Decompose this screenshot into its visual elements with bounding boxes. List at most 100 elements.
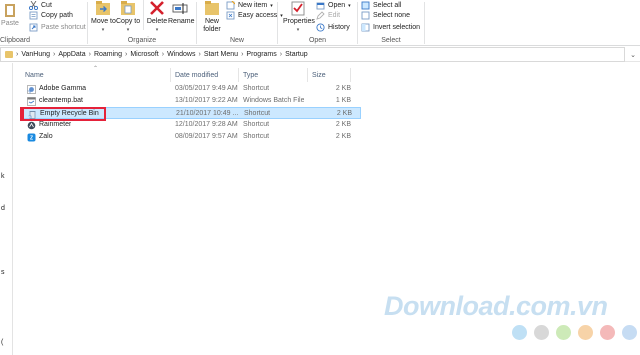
delete-label: Delete (146, 18, 168, 25)
breadcrumb-item[interactable]: Windows (167, 51, 195, 58)
breadcrumb-separator[interactable]: › (241, 51, 243, 58)
organize-group: Move to ▾ Copy to ▾ Delete ▾ Rename Orga… (89, 0, 195, 46)
file-type: Shortcut (243, 133, 270, 140)
properties-button[interactable]: Properties ▾ (283, 0, 315, 34)
history-clock-icon (316, 23, 325, 32)
file-name: cleantemp.bat (39, 97, 83, 104)
breadcrumb-item[interactable]: Microsoft (130, 51, 158, 58)
column-header-size[interactable]: Size (312, 68, 326, 82)
copy-to-chevron-icon: ▾ (126, 27, 130, 33)
address-history-chevron-icon[interactable]: ⌄ (626, 47, 640, 62)
select-group-label: Select (381, 37, 401, 44)
column-divider[interactable] (307, 68, 308, 82)
copy-to-label: Copy to (116, 18, 141, 25)
ribbon: Paste Cut Copy path Paste shortcut Clipb… (0, 0, 640, 46)
adobe-gamma-shortcut-icon (27, 85, 36, 94)
zalo-shortcut-icon: Z (27, 133, 36, 142)
breadcrumb-item[interactable]: Startup (285, 51, 308, 58)
rename-icon (172, 0, 188, 16)
breadcrumb-separator[interactable]: › (162, 51, 164, 58)
highlight-annotation-box (20, 107, 106, 121)
new-item-label: New item (238, 2, 268, 9)
new-folder-button[interactable]: New folder (200, 0, 224, 34)
history-label: History (328, 24, 350, 31)
select-none-button[interactable]: Select none (361, 10, 410, 21)
column-divider[interactable] (238, 68, 239, 82)
easy-access-button[interactable]: Easy access ▾ (226, 10, 283, 21)
breadcrumb-separator[interactable]: › (53, 51, 55, 58)
breadcrumb-separator[interactable]: › (198, 51, 200, 58)
nav-item-fragment[interactable]: d (1, 205, 5, 212)
scissors-icon (28, 0, 39, 11)
sort-ascending-icon: ⌃ (93, 66, 99, 72)
ribbon-separator (424, 2, 425, 44)
nav-item-fragment[interactable]: ( (1, 339, 3, 346)
column-divider[interactable] (350, 68, 351, 82)
nav-item-fragment[interactable]: s (1, 269, 5, 276)
ribbon-separator (277, 2, 278, 44)
paste-shortcut-label: Paste shortcut (41, 24, 86, 31)
file-size: 2 KB (335, 133, 351, 140)
folder-icon (5, 51, 13, 58)
cut-label: Cut (41, 2, 52, 9)
clipboard-icon (5, 2, 15, 18)
file-type: Shortcut (243, 121, 270, 128)
file-row[interactable]: cleantemp.bat 13/10/2017 9:22 AM Windows B… (20, 95, 361, 107)
edit-button[interactable]: Edit (316, 10, 340, 21)
copy-to-button[interactable]: Copy to ▾ (116, 0, 140, 34)
delete-button[interactable]: Delete ▾ (145, 0, 169, 34)
file-type: Shortcut (243, 85, 270, 92)
file-date-modified: 08/09/2017 9:57 AM (175, 133, 238, 140)
address-bar[interactable]: › VanHung › AppData › Roaming › Microsoft › Wind… (0, 47, 625, 62)
open-chevron-icon: ▾ (348, 2, 351, 9)
easy-access-label: Easy access (238, 12, 278, 19)
clipboard-group-label: Clipboard (0, 37, 30, 44)
breadcrumb-separator[interactable]: › (280, 51, 282, 58)
invert-selection-label: Invert selection (373, 24, 421, 31)
vertical-scrollbar[interactable] (628, 63, 640, 355)
column-header-type[interactable]: Type (243, 68, 258, 82)
watermark-dot (534, 325, 549, 340)
easy-access-icon (226, 11, 235, 20)
copy-path-button[interactable]: Copy path (29, 10, 73, 21)
breadcrumb-item[interactable]: VanHung (21, 51, 50, 58)
paste-button[interactable]: Paste (0, 2, 20, 28)
file-row[interactable]: Adobe Gamma 03/05/2017 9:49 AM Shortcut 2 K… (20, 83, 361, 95)
column-header-date-modified[interactable]: Date modified (175, 68, 218, 82)
navigation-pane[interactable]: k d s ( (0, 63, 13, 355)
history-button[interactable]: History (316, 22, 350, 33)
move-to-button[interactable]: Move to ▾ (91, 0, 116, 34)
file-date-modified: 13/10/2017 9:22 AM (175, 97, 238, 104)
breadcrumb-item[interactable]: Programs (246, 51, 276, 58)
invert-selection-icon (361, 23, 370, 32)
delete-chevron-icon: ▾ (155, 27, 159, 33)
move-to-folder-icon (95, 0, 111, 16)
breadcrumb-separator[interactable]: › (89, 51, 91, 58)
file-name: Adobe Gamma (39, 85, 87, 92)
new-group-label: New (229, 37, 244, 44)
breadcrumb-separator[interactable]: › (125, 51, 127, 58)
batch-file-icon (27, 97, 36, 106)
watermark-dot (600, 325, 615, 340)
properties-check-icon (290, 0, 306, 16)
breadcrumb-item[interactable]: AppData (58, 51, 85, 58)
rename-button[interactable]: Rename (168, 0, 194, 26)
breadcrumb-item[interactable]: Roaming (94, 51, 122, 58)
paste-shortcut-button[interactable]: Paste shortcut (29, 22, 86, 33)
column-header-name[interactable]: Name (25, 68, 44, 82)
file-size: 2 KB (335, 121, 351, 128)
file-row[interactable]: Z Zalo 08/09/2017 9:57 AM Shortcut 2 KB (20, 131, 361, 143)
watermark-logo: Download.com.vn (384, 291, 608, 321)
column-divider[interactable] (170, 68, 171, 82)
nav-item-fragment[interactable]: k (1, 173, 5, 180)
delete-x-icon (149, 0, 165, 16)
edit-label: Edit (328, 12, 341, 19)
file-size: 1 KB (335, 97, 351, 104)
breadcrumb-separator: › (16, 51, 19, 58)
file-date-modified: 12/10/2017 9:28 AM (175, 121, 238, 128)
address-row: › VanHung › AppData › Roaming › Microsoft › Wind… (0, 47, 640, 62)
breadcrumb-item[interactable]: Start Menu (204, 51, 238, 58)
watermark-dot (556, 325, 571, 340)
select-none-icon (361, 11, 370, 20)
invert-selection-button[interactable]: Invert selection (361, 22, 420, 33)
